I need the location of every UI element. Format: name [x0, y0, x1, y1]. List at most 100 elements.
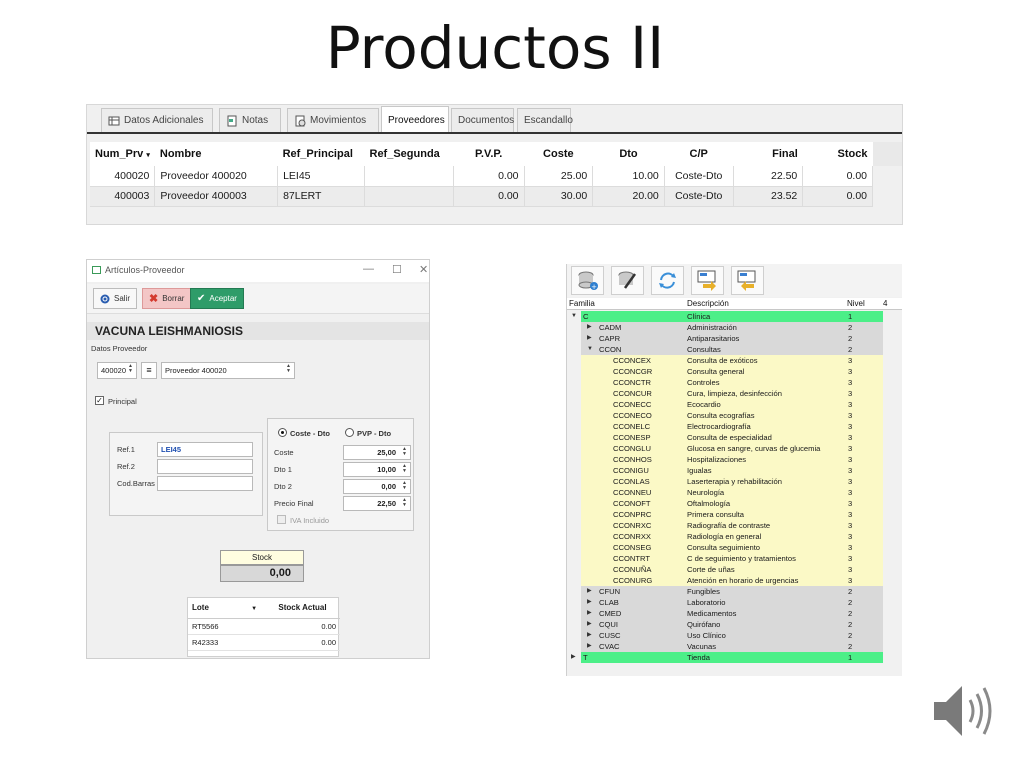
minimize-icon[interactable]: —: [363, 263, 374, 275]
col-pvp[interactable]: P.V.P.: [453, 142, 524, 166]
cell-pvp[interactable]: 0.00: [453, 186, 525, 207]
col-coste[interactable]: Coste: [524, 142, 593, 166]
col-ref-segunda[interactable]: Ref_Segunda: [364, 142, 454, 166]
tree-row[interactable]: CCONPRC Primera consulta 3: [567, 509, 902, 520]
tree-row[interactable]: CCONESP Consulta de especialidad 3: [567, 432, 902, 443]
collapsed-arrow-icon[interactable]: ▶: [587, 597, 592, 608]
tree-row[interactable]: CCONGLU Glucosa en sangre, curvas de gluc…: [567, 443, 902, 454]
iva-checkbox[interactable]: [277, 515, 286, 524]
tree-row[interactable]: ▶ CFUN Fungibles 2: [567, 586, 902, 597]
table-row[interactable]: 400020 Proveedor 400020 LEI45 0.00 25.00…: [90, 166, 873, 187]
cell-stock-actual[interactable]: 0.00: [274, 618, 340, 635]
tree-row[interactable]: CCONSEG Consulta seguimiento 3: [567, 542, 902, 553]
cell-lote[interactable]: R42333: [188, 634, 275, 651]
col-nombre[interactable]: Nombre: [154, 142, 278, 166]
cell-ref-principal[interactable]: 87LERT: [277, 186, 365, 207]
tree-row[interactable]: CCONECC Ecocardio 3: [567, 399, 902, 410]
cell-coste[interactable]: 30.00: [524, 186, 594, 207]
proveedor-code-input[interactable]: 400020 ▲ ▼: [97, 362, 137, 379]
collapsed-arrow-icon[interactable]: ▶: [587, 322, 592, 333]
list-icon[interactable]: ≡: [141, 362, 157, 379]
tree-row[interactable]: CCONTRT C de seguimiento y tratamientos 3: [567, 553, 902, 564]
spinner-icon[interactable]: ▲ ▼: [284, 364, 293, 375]
pvp-dto-radio[interactable]: [345, 428, 354, 437]
tab-notas[interactable]: Notas: [219, 108, 281, 132]
tree-row[interactable]: CCONECO Consulta ecografías 3: [567, 410, 902, 421]
table-row[interactable]: RT5566 0.00: [188, 618, 340, 635]
collapsed-arrow-icon[interactable]: ▶: [587, 630, 592, 641]
col-lote[interactable]: Lote ▼: [188, 598, 275, 619]
cell-ref-principal[interactable]: LEI45: [277, 166, 365, 187]
cell-pvp[interactable]: 0.00: [453, 166, 525, 187]
cell-num-prv[interactable]: 400020: [90, 166, 156, 187]
table-row[interactable]: 400003 Proveedor 400003 87LERT 0.00 30.0…: [90, 186, 873, 207]
tree-row[interactable]: CCONURG Atención en horario de urgencias 3: [567, 575, 902, 586]
spinner-icon[interactable]: ▲ ▼: [400, 447, 409, 458]
cell-lote[interactable]: RT5566: [188, 618, 275, 635]
tab-escandallo[interactable]: Escandallo: [517, 108, 573, 132]
col-num-prv[interactable]: Num_Prv ▾: [90, 142, 155, 166]
expanded-arrow-icon[interactable]: ▼: [587, 344, 593, 355]
borrar-button[interactable]: ✖ Borrar: [142, 288, 192, 309]
col-extra[interactable]: 4: [883, 299, 887, 308]
import-button[interactable]: [731, 266, 764, 295]
dto1-input[interactable]: 10,00 ▲ ▼: [343, 462, 411, 477]
tree-row[interactable]: CCONNEU Neurología 3: [567, 487, 902, 498]
tree-row[interactable]: CCONLAS Laserterapia y rehabilitación 3: [567, 476, 902, 487]
principal-checkbox[interactable]: ✓: [95, 396, 104, 405]
coste-input[interactable]: 25,00 ▲ ▼: [343, 445, 411, 460]
col-stock-actual[interactable]: Stock Actual: [274, 598, 340, 619]
col-cp[interactable]: C/P: [664, 142, 734, 166]
collapsed-arrow-icon[interactable]: ▶: [587, 333, 592, 344]
tree-row[interactable]: ▶ CQUI Quirófano 2: [567, 619, 902, 630]
tree-row[interactable]: CCONOFT Oftalmología 3: [567, 498, 902, 509]
col-descripcion[interactable]: Descripción: [687, 299, 729, 308]
tree-row[interactable]: CCONRXC Radiografía de contraste 3: [567, 520, 902, 531]
codbarras-input[interactable]: [157, 476, 253, 491]
ref2-input[interactable]: [157, 459, 253, 474]
col-nivel[interactable]: Nivel: [847, 299, 865, 308]
tree-row[interactable]: CCONCUR Cura, limpieza, desinfección 3: [567, 388, 902, 399]
collapsed-arrow-icon[interactable]: ▶: [587, 608, 592, 619]
collapsed-arrow-icon[interactable]: ▶: [571, 652, 576, 663]
cell-nombre[interactable]: Proveedor 400020: [154, 166, 279, 187]
cell-final[interactable]: 23.52: [733, 186, 804, 207]
tree-row[interactable]: CCONUÑA Corte de uñas 3: [567, 564, 902, 575]
cell-coste[interactable]: 25.00: [524, 166, 594, 187]
coste-dto-radio[interactable]: [278, 428, 287, 437]
tree-row[interactable]: CCONCTR Controles 3: [567, 377, 902, 388]
cell-stock[interactable]: 0.00: [802, 166, 873, 187]
spinner-icon[interactable]: ▲ ▼: [400, 498, 409, 509]
proveedor-name-input[interactable]: Proveedor 400020 ▲ ▼: [161, 362, 295, 379]
col-stock[interactable]: Stock: [802, 142, 873, 166]
cell-dto[interactable]: 20.00: [592, 186, 665, 207]
tab-datos-adicionales[interactable]: Datos Adicionales: [101, 108, 213, 132]
tab-movimientos[interactable]: Movimientos: [287, 108, 379, 132]
tree-row[interactable]: ▶ CAPR Antiparasitarios 2: [567, 333, 902, 344]
tree-row[interactable]: ▶ CMED Medicamentos 2: [567, 608, 902, 619]
table-row[interactable]: R42333 0.00: [188, 634, 340, 651]
collapsed-arrow-icon[interactable]: ▶: [587, 619, 592, 630]
tree-row[interactable]: ▶ CUSC Uso Clínico 2: [567, 630, 902, 641]
tree-row[interactable]: CCONIGU Igualas 3: [567, 465, 902, 476]
spinner-icon[interactable]: ▲ ▼: [400, 481, 409, 492]
cell-nombre[interactable]: Proveedor 400003: [154, 186, 279, 207]
spinner-icon[interactable]: ▲ ▼: [126, 364, 135, 375]
refresh-button[interactable]: [651, 266, 684, 295]
cell-cp[interactable]: Coste-Dto: [664, 166, 734, 187]
aceptar-button[interactable]: ✔ Aceptar: [190, 288, 244, 309]
col-ref-principal[interactable]: Ref_Principal: [277, 142, 365, 166]
tree-row[interactable]: CCONCGR Consulta general 3: [567, 366, 902, 377]
new-record-button[interactable]: +: [571, 266, 604, 295]
precio-final-input[interactable]: 22,50 ▲ ▼: [343, 496, 411, 511]
tab-proveedores[interactable]: Proveedores: [381, 106, 449, 133]
tree-row[interactable]: CCONRXX Radiología en general 3: [567, 531, 902, 542]
tree-row[interactable]: CCONCEX Consulta de exóticos 3: [567, 355, 902, 366]
cell-final[interactable]: 22.50: [733, 166, 804, 187]
cell-num-prv[interactable]: 400003: [90, 186, 156, 207]
tree-row[interactable]: CCONHOS Hospitalizaciones 3: [567, 454, 902, 465]
tree-row[interactable]: ▶ CVAC Vacunas 2: [567, 641, 902, 652]
tree-row[interactable]: ▶ T Tienda 1: [567, 652, 902, 663]
cell-stock-actual[interactable]: 0.00: [274, 634, 340, 651]
edit-button[interactable]: [611, 266, 644, 295]
